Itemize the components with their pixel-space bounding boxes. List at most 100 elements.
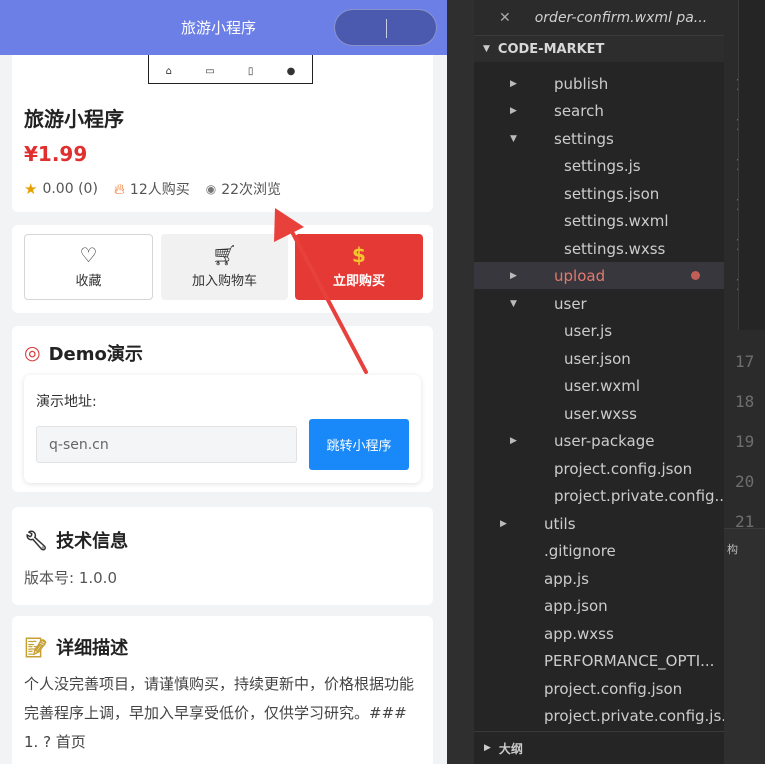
outline-panel-header[interactable]: ▶ 大纲 <box>474 731 724 764</box>
tree-file[interactable]: PERFORMANCE_OPTI... <box>474 647 724 674</box>
tree-folder[interactable]: ▼ user <box>474 290 724 317</box>
tree-folder[interactable]: ▶ publish <box>474 70 724 97</box>
tree-file[interactable]: app.wxss <box>474 620 724 647</box>
action-buttons-card: ♡ 收藏 🛒︎ 加入购物车 $ 立即购买 <box>12 225 433 313</box>
home-mini-icon: ⌂ <box>165 66 172 77</box>
tree-folder[interactable]: ▶ user-package <box>474 427 724 454</box>
tree-file[interactable]: user.json <box>474 345 724 372</box>
modified-dot-icon <box>691 271 700 280</box>
activity-bar <box>447 0 474 764</box>
demo-card: ◎ Demo演示 演示地址: 跳转小程序 <box>12 326 433 492</box>
add-to-cart-button[interactable]: 🛒︎ 加入购物车 <box>161 234 288 300</box>
chevron-right-icon: ▶ <box>510 270 517 281</box>
tree-folder[interactable]: ▼ settings <box>474 125 724 152</box>
tree-file[interactable]: .gitignore <box>474 537 724 564</box>
heart-icon: ♡ <box>79 243 98 267</box>
tech-title-text: 技术信息 <box>56 531 129 552</box>
tree-item-label: project.private.config.js... <box>544 706 736 725</box>
tree-file[interactable]: project.private.config.js... <box>474 702 736 729</box>
user-mini-icon: ● <box>286 66 296 77</box>
tree-item-label: settings.js <box>564 156 641 175</box>
capsule-menu-button[interactable] <box>334 9 437 46</box>
product-stats: ★ 0.00 (0) 🔥︎ 12人购买 ◉ 22次浏览 <box>24 179 297 199</box>
tree-file[interactable]: app.js <box>474 565 724 592</box>
chevron-right-icon: ▶ <box>510 105 517 116</box>
buy-now-label: 立即购买 <box>332 274 385 289</box>
tree-item-label: settings <box>554 129 614 148</box>
tree-folder[interactable]: ▶ search <box>474 97 724 124</box>
tree-item-label: utils <box>544 514 576 533</box>
jump-mini-program-button[interactable]: 跳转小程序 <box>309 419 409 470</box>
popup-panel <box>738 0 765 330</box>
money-bag-icon: $ <box>352 243 366 267</box>
file-explorer: ▼ CODE-MARKET ▶ publish ▶ search ▼ settings se… <box>474 36 736 764</box>
demo-address-box: 演示地址: 跳转小程序 <box>24 375 421 483</box>
views-value: 22次浏览 <box>221 182 282 198</box>
capsule-divider <box>386 19 387 38</box>
product-title: 旅游小程序 <box>24 107 124 131</box>
project-name: CODE-MARKET <box>497 41 605 57</box>
line-number: 17 <box>735 352 755 371</box>
tree-item-label: settings.json <box>564 184 660 203</box>
outline-label: 大纲 <box>498 741 523 756</box>
version-text: 版本号: 1.0.0 <box>24 569 117 587</box>
bottom-panel: 构 <box>724 528 765 764</box>
code-editor: ✕ order-confirm.wxml pa... ▼ CODE-MARKET… <box>447 0 765 764</box>
close-icon[interactable]: ✕ <box>499 10 511 26</box>
demo-address-label: 演示地址: <box>36 394 97 410</box>
nav-bar: 旅游小程序 <box>0 0 447 55</box>
tree-item-label: user.wxss <box>564 404 637 423</box>
demo-address-input[interactable] <box>36 426 297 463</box>
demo-title-text: Demo演示 <box>48 344 143 365</box>
purchases-value: 12人购买 <box>129 182 190 198</box>
tree-file[interactable]: user.wxml <box>474 372 724 399</box>
tree-item-label: user.json <box>564 349 631 368</box>
tree-file[interactable]: settings.js <box>474 152 724 179</box>
screen-mini-icon: ▭ <box>205 66 215 77</box>
tree-item-label: user.wxml <box>564 376 641 395</box>
tree-folder[interactable]: ▶ utils <box>474 510 724 537</box>
eye-icon: ◉ <box>205 182 217 196</box>
tree-item-label: .gitignore <box>544 541 616 560</box>
chevron-right-icon: ▶ <box>510 78 517 89</box>
tree-file[interactable]: project.private.config... <box>474 482 729 509</box>
tree-item-label: app.js <box>544 569 589 588</box>
description-text: 个人没完善项目，请谨慎购买，持续更新中，价格根据功能完善程序上调，早加入早享受低… <box>24 675 415 751</box>
tree-file[interactable]: settings.json <box>474 180 724 207</box>
tree-item-label: project.config.json <box>554 459 693 478</box>
star-icon: ★ <box>24 180 38 198</box>
tree-item-label: PERFORMANCE_OPTI... <box>544 651 715 670</box>
tree-folder[interactable]: ▶ upload <box>474 262 724 289</box>
tree-item-label: settings.wxss <box>564 239 666 258</box>
rating-value: 0.00 (0) <box>42 181 98 197</box>
tree-file[interactable]: app.json <box>474 592 724 619</box>
tree-item-label: user <box>554 294 587 313</box>
fire-icon: 🔥︎ <box>113 180 125 198</box>
editor-tab[interactable]: ✕ order-confirm.wxml pa... <box>474 0 724 36</box>
explorer-header[interactable]: ▼ CODE-MARKET <box>474 36 724 62</box>
description-title-text: 详细描述 <box>56 638 129 659</box>
tree-file[interactable]: project.config.json <box>474 675 724 702</box>
tree-file[interactable]: user.js <box>474 317 724 344</box>
rating-stat: ★ 0.00 (0) <box>24 180 98 198</box>
purchases-stat: 🔥︎ 12人购买 <box>114 179 190 199</box>
buy-now-button[interactable]: $ 立即购买 <box>295 234 423 300</box>
tree-file[interactable]: settings.wxss <box>474 235 724 262</box>
tech-info-card: 🔧︎ 技术信息 版本号: 1.0.0 <box>12 507 433 605</box>
tree-file[interactable]: settings.wxml <box>474 207 724 234</box>
tree-item-label: app.json <box>544 596 608 615</box>
favorite-button[interactable]: ♡ 收藏 <box>24 234 153 300</box>
nav-title: 旅游小程序 <box>180 19 256 37</box>
code-pane[interactable]: 1111111718192021 构 <box>724 0 765 764</box>
description-section-title: 📝︎ 详细描述 <box>24 634 128 660</box>
tree-file[interactable]: user.wxss <box>474 400 724 427</box>
tree-file[interactable]: project.config.json <box>474 455 724 482</box>
description-card: 📝︎ 详细描述 个人没完善项目，请谨慎购买，持续更新中，价格根据功能完善程序上调… <box>12 616 433 764</box>
line-number: 18 <box>735 392 755 411</box>
chevron-right-icon: ▶ <box>484 743 491 753</box>
wrench-icon: 🔧︎ <box>24 529 49 552</box>
preview-image-strip: ⌂ ▭ ▯ ● <box>148 55 313 84</box>
bottom-panel-label: 构 <box>727 543 738 556</box>
mini-program-simulator: 旅游小程序 ⌂ ▭ ▯ ● 旅游小程序 ¥1.99 ★ 0.00 (0) 🔥︎ <box>0 0 447 764</box>
target-icon: ◎ <box>24 342 41 364</box>
